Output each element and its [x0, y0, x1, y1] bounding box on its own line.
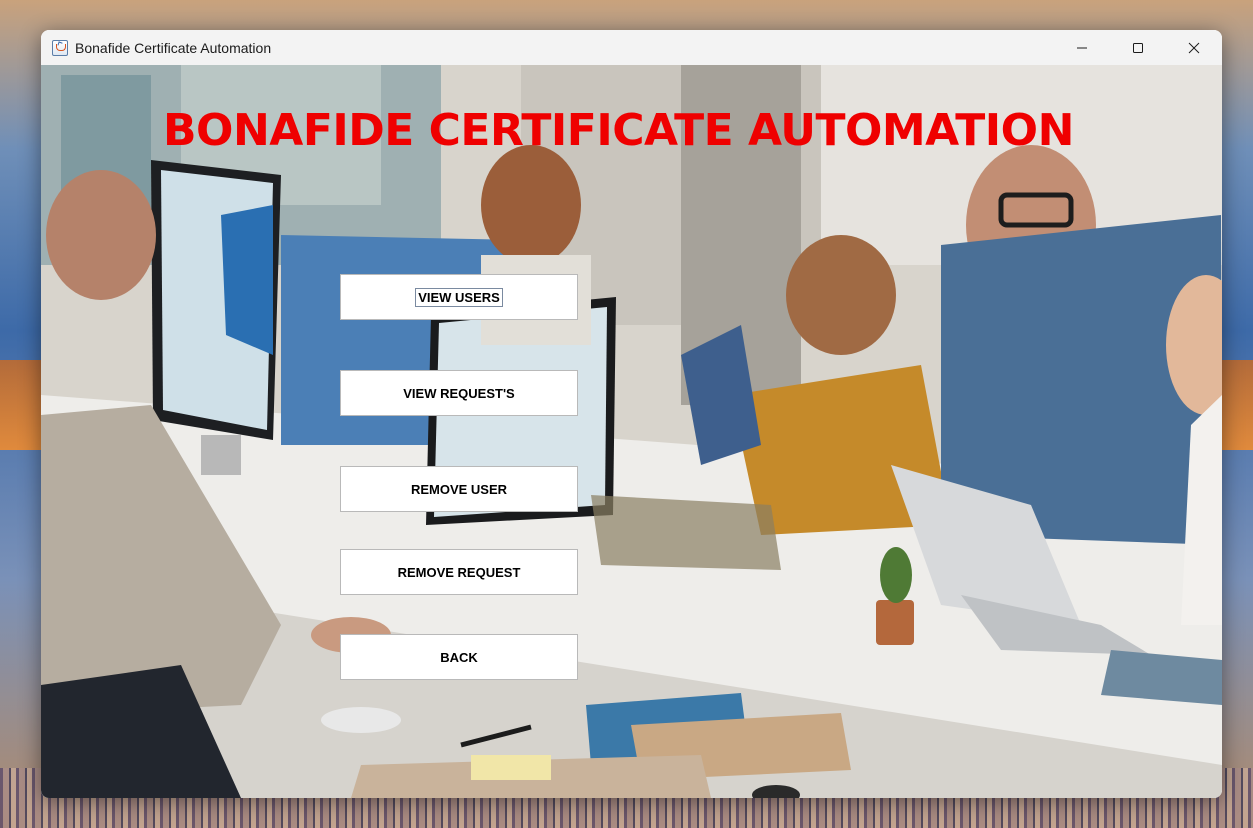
page-title: BONAFIDE CERTIFICATE AUTOMATION: [163, 105, 1074, 156]
content-panel: BONAFIDE CERTIFICATE AUTOMATION VIEW USE…: [41, 65, 1222, 798]
app-window: Bonafide Certificate Automation BONAFIDE…: [41, 30, 1222, 798]
view-requests-label: VIEW REQUEST'S: [403, 385, 515, 401]
close-button[interactable]: [1166, 30, 1222, 65]
view-users-label: VIEW USERS: [415, 287, 503, 307]
minimize-icon: [1077, 47, 1087, 48]
maximize-button[interactable]: [1110, 30, 1166, 65]
minimize-button[interactable]: [1054, 30, 1110, 65]
window-controls: [1054, 30, 1222, 65]
remove-user-label: REMOVE USER: [410, 481, 508, 497]
back-label: BACK: [440, 649, 478, 665]
maximize-icon: [1133, 42, 1143, 53]
office-background-image: [41, 65, 1222, 798]
view-users-button[interactable]: VIEW USERS: [340, 274, 578, 320]
remove-request-label: REMOVE REQUEST: [397, 564, 521, 580]
title-bar[interactable]: Bonafide Certificate Automation: [41, 30, 1222, 65]
window-title: Bonafide Certificate Automation: [75, 39, 272, 56]
back-button[interactable]: BACK: [340, 634, 578, 680]
view-requests-button[interactable]: VIEW REQUEST'S: [340, 370, 578, 416]
remove-request-button[interactable]: REMOVE REQUEST: [340, 549, 578, 595]
remove-user-button[interactable]: REMOVE USER: [340, 466, 578, 512]
close-icon: [1188, 42, 1200, 53]
java-app-icon: [52, 39, 68, 56]
